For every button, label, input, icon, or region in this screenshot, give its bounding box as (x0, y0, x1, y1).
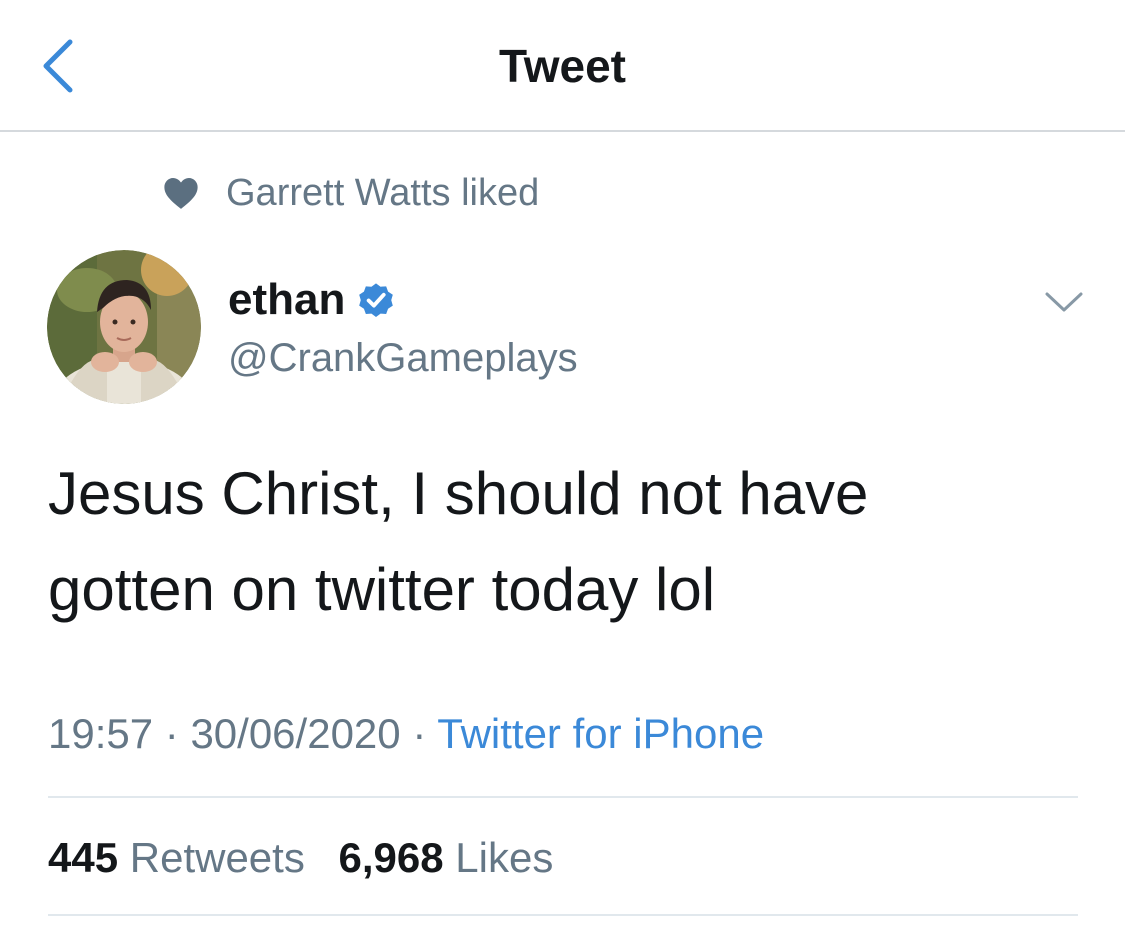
meta-separator: · (153, 710, 191, 757)
avatar[interactable] (47, 250, 201, 404)
divider (48, 796, 1078, 798)
divider (48, 914, 1078, 916)
retweets-label: Retweets (129, 834, 305, 881)
verified-badge-icon (359, 283, 394, 317)
author-name: ethan (228, 275, 346, 324)
tweet-source-link[interactable]: Twitter for iPhone (437, 710, 764, 757)
likes-count: 6,968 (338, 834, 444, 881)
tweet-text-line-1: Jesus Christ, I should not have (48, 460, 869, 527)
tweet-stats: 445 Retweets 6,968 Likes (48, 828, 575, 888)
page-title: Tweet (499, 40, 626, 92)
retweets-count: 445 (48, 834, 119, 881)
author-handle: @CrankGameplays (228, 336, 578, 380)
tweet-metadata: 19:57 · 30/06/2020 · Twitter for iPhone (48, 704, 764, 764)
likes-label: Likes (455, 834, 554, 881)
chevron-down-icon[interactable] (1044, 290, 1084, 314)
tweet-date: 30/06/2020 (190, 710, 401, 757)
author-name-row: ethan (228, 272, 578, 328)
tweet-time: 19:57 (48, 710, 154, 757)
likes-stat[interactable]: 6,968 Likes (339, 834, 554, 881)
tweet-text: Jesus Christ, I should not have gotten o… (48, 446, 1088, 638)
retweets-stat[interactable]: 445 Retweets (48, 834, 305, 881)
tweet-text-line-2: gotten on twitter today lol (48, 556, 716, 623)
avatar-image (47, 250, 201, 404)
author-block[interactable]: ethan @CrankGameplays (228, 272, 578, 384)
meta-separator: · (400, 710, 438, 757)
navigation-bar: Tweet (0, 0, 1125, 132)
social-context: Garrett Watts liked (162, 168, 539, 218)
social-context-label: Garrett Watts liked (226, 172, 540, 214)
heart-icon (164, 177, 198, 209)
